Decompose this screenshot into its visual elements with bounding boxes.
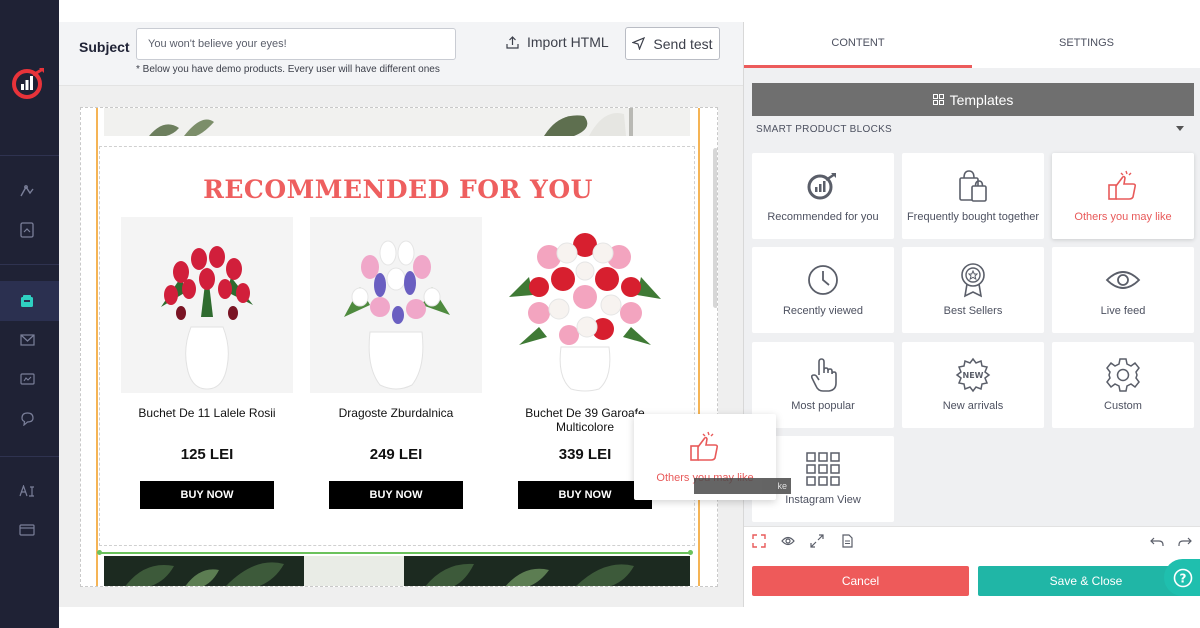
upload-icon	[506, 35, 519, 49]
undo-icon[interactable]	[1150, 534, 1164, 548]
block-best-sellers[interactable]: Best Sellers	[902, 247, 1044, 333]
send-icon	[632, 37, 646, 50]
buy-now-button[interactable]: BUY NOW	[140, 481, 274, 509]
block-recommended[interactable]: Recommended for you	[752, 153, 894, 239]
select-frame-icon[interactable]	[752, 534, 766, 548]
product-card: Buchet De 11 Lalele Rosii 125 LEI BUY NO…	[121, 217, 293, 509]
save-close-button[interactable]: Save & Close	[978, 566, 1194, 596]
panel-tabs: CONTENT SETTINGS	[744, 22, 1200, 68]
drag-tooltip: ke	[694, 478, 791, 494]
block-others-you-may-like[interactable]: Others you may like	[1052, 153, 1194, 239]
preview-scrollbar[interactable]	[713, 148, 717, 308]
product-image	[310, 217, 482, 393]
subject-input[interactable]: You won't believe your eyes!	[136, 28, 456, 60]
thumbs-up-icon	[690, 431, 719, 461]
send-test-label: Send test	[653, 35, 713, 52]
subject-label: Subject	[79, 39, 130, 55]
block-label: Most popular	[791, 400, 855, 412]
block-label: Others you may like	[1074, 211, 1172, 223]
nav-divider	[0, 155, 59, 156]
block-frequently-bought[interactable]: Frequently bought together	[902, 153, 1044, 239]
help-button[interactable]: ?	[1164, 559, 1200, 596]
import-html-button[interactable]: Import HTML	[506, 34, 609, 50]
help-icon: ?	[1173, 568, 1192, 587]
email-icon[interactable]	[17, 330, 37, 350]
grid-small-icon	[932, 94, 944, 105]
send-test-button[interactable]: Send test	[625, 27, 720, 60]
bottom-toolbar	[744, 526, 1200, 554]
block-label: Custom	[1104, 400, 1142, 412]
redo-icon[interactable]	[1178, 534, 1192, 548]
expand-icon[interactable]	[810, 534, 824, 548]
product-name: Buchet De 11 Lalele Rosii	[138, 406, 276, 420]
tab-content[interactable]: CONTENT	[744, 22, 972, 68]
email-canvas: RECOMMENDED FOR YOU Buchet De 11 Lalele …	[59, 85, 743, 607]
block-custom[interactable]: Custom	[1052, 342, 1194, 428]
column-guide	[698, 108, 700, 586]
block-new-arrivals[interactable]: NEW New arrivals	[902, 342, 1044, 428]
right-panel: CONTENT SETTINGS Templates SMART PRODUCT…	[743, 22, 1200, 607]
document-icon[interactable]	[840, 534, 854, 548]
gear-icon	[1052, 356, 1194, 394]
hero-image-bottom	[104, 556, 690, 586]
new-badge-icon: NEW	[902, 356, 1044, 394]
editor-topbar: Subject You won't believe your eyes! * B…	[59, 22, 743, 85]
award-badge-icon	[902, 261, 1044, 299]
analytics-icon[interactable]	[17, 181, 37, 201]
column-guide	[96, 108, 98, 586]
chevron-down-icon[interactable]	[1176, 126, 1184, 131]
section-title: SMART PRODUCT BLOCKS	[756, 124, 893, 135]
shopping-bags-icon	[902, 167, 1044, 205]
preview-eye-icon[interactable]	[781, 534, 795, 548]
help-label: ?	[1179, 571, 1186, 585]
recommended-block[interactable]: RECOMMENDED FOR YOU Buchet De 11 Lalele …	[99, 146, 695, 546]
eye-icon	[1052, 261, 1194, 299]
templates-button[interactable]: Templates	[752, 83, 1194, 116]
app-logo[interactable]	[11, 65, 47, 101]
card-icon[interactable]	[17, 520, 37, 540]
pointer-hand-icon	[752, 356, 894, 394]
hero-image-top	[104, 108, 690, 136]
svg-text:NEW: NEW	[963, 371, 984, 380]
drop-indicator	[99, 552, 691, 554]
block-live-feed[interactable]: Live feed	[1052, 247, 1194, 333]
block-recently-viewed[interactable]: Recently viewed	[752, 247, 894, 333]
left-nav	[0, 0, 59, 628]
buy-now-button[interactable]: BUY NOW	[329, 481, 463, 509]
clock-icon	[752, 261, 894, 299]
block-label: Recently viewed	[782, 305, 864, 317]
tab-settings[interactable]: SETTINGS	[972, 22, 1200, 68]
product-image	[121, 217, 293, 393]
block-label: New arrivals	[942, 400, 1004, 412]
ai-icon[interactable]	[17, 481, 37, 501]
reports-icon[interactable]	[17, 220, 37, 240]
product-card: Dragoste Zburdalnica 249 LEI BUY NOW	[310, 217, 482, 509]
drop-indicator-dot	[688, 550, 693, 555]
subject-note: * Below you have demo products. Every us…	[136, 64, 440, 75]
panel-footer: Cancel Save & Close ?	[744, 554, 1200, 607]
block-label: Best Sellers	[943, 305, 1003, 317]
block-label: Frequently bought together	[906, 211, 1040, 223]
product-price: 249 LEI	[369, 446, 423, 463]
logo-icon	[752, 167, 894, 205]
product-name: Dragoste Zburdalnica	[338, 406, 454, 420]
sms-icon[interactable]	[17, 370, 37, 390]
app: Subject You won't believe your eyes! * B…	[0, 0, 1200, 628]
campaigns-icon[interactable]	[17, 291, 37, 311]
nav-divider	[0, 264, 59, 265]
product-price: 125 LEI	[180, 446, 234, 463]
product-image	[499, 217, 671, 393]
block-label: Recommended for you	[767, 211, 879, 223]
drop-indicator-dot	[97, 550, 102, 555]
import-html-label: Import HTML	[527, 34, 609, 50]
templates-label: Templates	[949, 91, 1014, 108]
email-preview: RECOMMENDED FOR YOU Buchet De 11 Lalele …	[80, 107, 718, 587]
chat-icon[interactable]	[17, 409, 37, 429]
cancel-button[interactable]: Cancel	[752, 566, 969, 596]
nav-divider	[0, 456, 59, 457]
block-label: Live feed	[1100, 305, 1146, 317]
thumbs-up-icon	[1052, 167, 1194, 205]
recommended-title: RECOMMENDED FOR YOU	[203, 175, 593, 204]
buy-now-button[interactable]: BUY NOW	[518, 481, 652, 509]
